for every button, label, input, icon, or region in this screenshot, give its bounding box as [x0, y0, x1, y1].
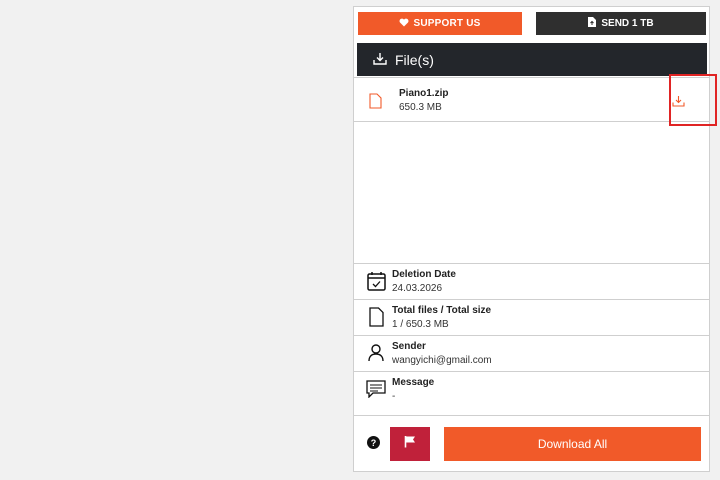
file-outline-icon: [366, 306, 386, 328]
support-us-button[interactable]: SUPPORT US: [358, 12, 522, 35]
file-size: 650.3 MB: [399, 102, 442, 113]
files-header: File(s): [357, 43, 707, 76]
help-icon[interactable]: ?: [367, 436, 380, 449]
deletion-date-row: Deletion Date 24.03.2026: [354, 263, 709, 299]
heart-icon: [399, 18, 409, 30]
message-row: Message -: [354, 371, 709, 407]
message-value: -: [392, 391, 396, 402]
top-button-bar: SUPPORT US SEND 1 TB: [354, 7, 709, 43]
file-upload-icon: [588, 17, 597, 30]
transfer-panel: SUPPORT US SEND 1 TB File(s) Piano1.zip …: [353, 6, 717, 473]
report-flag-button[interactable]: [390, 427, 430, 461]
help-glyph: ?: [370, 437, 377, 448]
calendar-check-icon: [366, 270, 386, 292]
message-icon: [366, 378, 386, 400]
download-all-button[interactable]: Download All: [444, 427, 701, 461]
files-header-title: File(s): [395, 51, 434, 68]
bottom-action-bar: ? Download All: [354, 415, 709, 473]
document-icon: [369, 93, 382, 114]
highlight-box: [669, 74, 717, 126]
sender-label: Sender: [392, 341, 426, 352]
flag-icon: [404, 435, 416, 453]
file-list-item[interactable]: Piano1.zip 650.3 MB: [354, 78, 709, 122]
sender-row: Sender wangyichi@gmail.com: [354, 335, 709, 371]
deletion-date-value: 24.03.2026: [392, 283, 443, 294]
total-files-value: 1 / 650.3 MB: [392, 319, 449, 330]
send-1tb-button[interactable]: SEND 1 TB: [536, 12, 706, 35]
support-us-label: SUPPORT US: [413, 18, 481, 29]
deletion-date-label: Deletion Date: [392, 269, 456, 280]
total-files-label: Total files / Total size: [392, 305, 492, 316]
total-files-row: Total files / Total size 1 / 650.3 MB: [354, 299, 709, 335]
file-list: Piano1.zip 650.3 MB: [354, 77, 709, 263]
file-name: Piano1.zip: [399, 88, 449, 99]
user-icon: [366, 342, 386, 364]
download-tray-icon: [373, 52, 387, 68]
send-label: SEND 1 TB: [601, 18, 654, 29]
sender-value: wangyichi@gmail.com: [392, 355, 492, 366]
message-label: Message: [392, 377, 435, 388]
